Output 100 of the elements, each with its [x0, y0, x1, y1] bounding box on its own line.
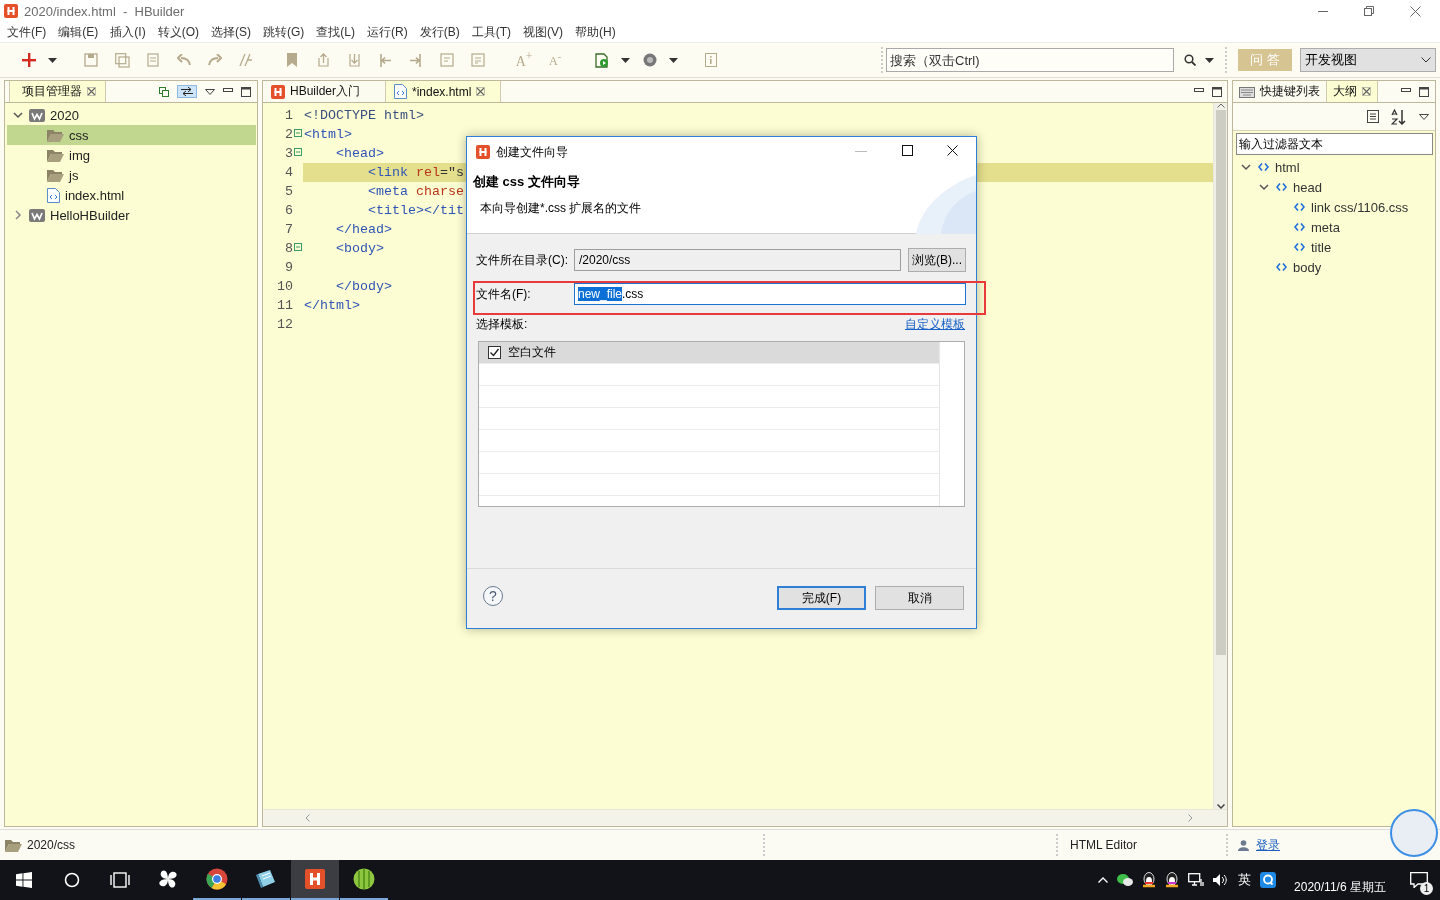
folder-icon [47, 128, 64, 142]
tree-item[interactable]: head [1233, 177, 1435, 197]
window-title: 2020/index.html - HBuilder [24, 3, 185, 19]
html-file-icon [47, 187, 60, 203]
list-icon[interactable] [1367, 110, 1379, 123]
search-icon[interactable] [1184, 54, 1196, 66]
browse-button[interactable]: 浏览(B)... [908, 248, 966, 272]
menu-item[interactable]: 编辑(E) [52, 23, 105, 41]
view-menu-icon[interactable] [205, 88, 215, 95]
maximize-icon[interactable] [241, 86, 251, 97]
dropdown-caret-icon[interactable] [1205, 57, 1214, 63]
menu-item[interactable]: 视图(V) [517, 23, 569, 41]
tree-item[interactable]: js [7, 165, 256, 185]
menu-item[interactable]: 选择(S) [205, 23, 257, 41]
tree-item[interactable]: title [1233, 237, 1435, 257]
fold-toggle-icon[interactable] [294, 148, 302, 156]
chat-app-icon[interactable] [1260, 872, 1276, 888]
finish-button[interactable]: 完成(F) [777, 586, 866, 610]
dropdown-caret-icon[interactable] [47, 57, 57, 63]
tree-item[interactable]: index.html [7, 185, 256, 205]
tree-item[interactable]: 2020 [7, 105, 256, 125]
custom-template-link[interactable]: 自定义模板 [905, 316, 965, 333]
dropdown-caret-icon[interactable] [668, 57, 678, 63]
horizontal-scrollbar[interactable] [263, 809, 1227, 826]
scroll-right-icon[interactable] [1188, 814, 1193, 822]
line-number: 2 [284, 127, 293, 142]
collapse-all-icon[interactable] [159, 86, 169, 97]
run-icon[interactable] [595, 52, 609, 68]
chevron-down-icon[interactable] [13, 110, 23, 120]
fold-toggle-icon[interactable] [294, 243, 302, 251]
plus-icon[interactable] [22, 53, 36, 67]
template-item[interactable]: 空白文件 [479, 342, 939, 364]
menu-item[interactable]: 运行(R) [361, 23, 414, 41]
help-button[interactable]: ? [483, 586, 503, 606]
speaker-icon[interactable] [1213, 873, 1229, 887]
scroll-left-icon[interactable] [305, 814, 310, 822]
perspective-dropdown[interactable]: 开发视图 [1300, 48, 1436, 72]
browser-icon[interactable] [206, 868, 228, 890]
penguin-icon[interactable] [1142, 872, 1156, 888]
notification-badge: 1 [1420, 882, 1433, 895]
ball-icon[interactable] [353, 868, 375, 890]
close-icon[interactable] [1362, 87, 1371, 96]
cancel-button[interactable]: 取消 [875, 586, 964, 610]
menu-item[interactable]: 跳转(G) [257, 23, 311, 41]
penguin-icon[interactable] [1165, 872, 1179, 888]
close-icon[interactable] [476, 87, 486, 96]
tree-item[interactable]: css [7, 125, 256, 145]
line-number: 3 [284, 146, 293, 161]
tree-item[interactable]: meta [1233, 217, 1435, 237]
tree-item[interactable]: img [7, 145, 256, 165]
editor-type-label: HTML Editor [1070, 838, 1137, 852]
login-link[interactable]: 登录 [1256, 836, 1280, 854]
code-line: </body> [335, 279, 392, 294]
chevron-down-icon[interactable] [1241, 162, 1251, 172]
dropdown-caret-icon[interactable] [620, 57, 630, 63]
tree-item[interactable]: link css/1106.css [1233, 197, 1435, 217]
maximize-icon[interactable] [1212, 86, 1222, 97]
input-field[interactable]: /2020/css [574, 249, 901, 271]
close-icon[interactable] [87, 87, 96, 96]
panel-tab[interactable]: 项目管理器 [9, 81, 106, 102]
chevron-right-icon[interactable] [13, 210, 23, 220]
chevron-down-icon[interactable] [1259, 182, 1269, 192]
maximize-icon[interactable] [1419, 86, 1429, 97]
tag-icon [1294, 203, 1305, 211]
fold-toggle-icon[interactable] [294, 129, 302, 137]
chevron-up-icon[interactable] [1098, 877, 1108, 883]
tree-item[interactable]: body [1233, 257, 1435, 277]
sort-icon[interactable] [1391, 108, 1407, 125]
input-method-indicator[interactable]: 英 [1238, 871, 1251, 889]
tree-item[interactable]: HelloHBuilder [7, 205, 256, 225]
app-logo-icon[interactable] [305, 869, 325, 889]
scroll-up-icon[interactable] [1216, 103, 1225, 108]
link-editor-toggle[interactable] [177, 85, 197, 98]
menu-item[interactable]: 帮助(H) [569, 23, 622, 41]
tree-item[interactable]: html [1233, 157, 1435, 177]
editor-tab[interactable]: *index.html [386, 81, 501, 102]
notebook-icon[interactable] [255, 868, 277, 890]
scroll-down-icon[interactable] [1216, 804, 1225, 809]
filter-field[interactable]: 输入过滤器文本 [1236, 133, 1433, 155]
view-menu-icon[interactable] [1419, 113, 1429, 120]
menu-item[interactable]: 查找(L) [310, 23, 361, 41]
checkbox[interactable] [488, 346, 501, 359]
menu-item[interactable]: 插入(I) [104, 23, 152, 41]
close-button[interactable] [947, 145, 958, 156]
menu-item[interactable]: 工具(T) [465, 23, 517, 41]
input-field[interactable]: new_file.css [574, 283, 966, 305]
vertical-scrollbar[interactable] [1213, 103, 1227, 809]
menu-item[interactable]: 发行(B) [413, 23, 466, 41]
maximize-button[interactable] [902, 145, 913, 156]
notification-button[interactable]: 1 [1404, 860, 1434, 900]
chat-icon[interactable] [1117, 873, 1133, 887]
network-icon[interactable] [1188, 873, 1204, 887]
menu-item[interactable]: 转义(O) [151, 23, 205, 41]
app-logo-icon [271, 84, 285, 99]
pinwheel-icon[interactable] [157, 868, 179, 890]
globe-icon[interactable] [643, 53, 657, 67]
code-line: <html> [304, 127, 352, 142]
menu-item[interactable]: 文件(F) [1, 23, 53, 41]
panel-tab[interactable]: 大纲 [1327, 81, 1378, 102]
search-field[interactable]: 搜索（双击Ctrl) [886, 48, 1174, 72]
